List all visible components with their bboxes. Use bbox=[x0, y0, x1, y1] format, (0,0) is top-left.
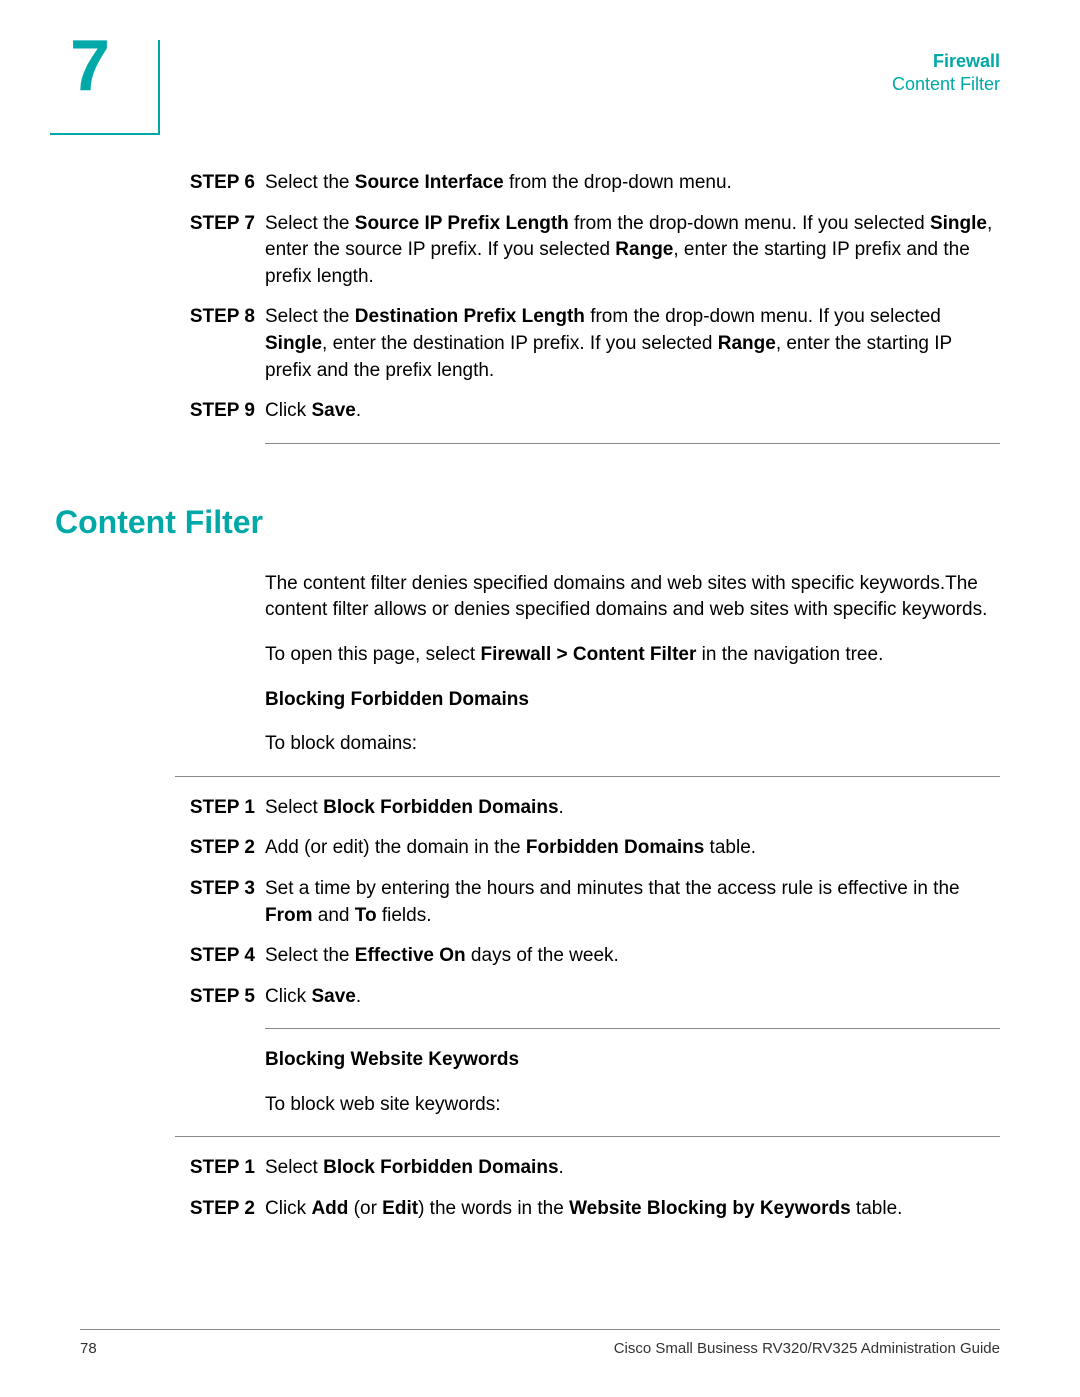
content: STEP 6Select the Source Interface from t… bbox=[80, 170, 1000, 1223]
step-body: Set a time by entering the hours and min… bbox=[265, 876, 1000, 929]
step-body: Select the Source IP Prefix Length from … bbox=[265, 211, 1000, 291]
step-body: Select the Source Interface from the dro… bbox=[265, 170, 1000, 197]
step-label: STEP 4 bbox=[80, 943, 265, 970]
step-body: Select the Effective On days of the week… bbox=[265, 943, 1000, 970]
step-row: STEP 6Select the Source Interface from t… bbox=[80, 170, 1000, 197]
step-label: STEP 1 bbox=[80, 1155, 265, 1182]
step-label: STEP 3 bbox=[80, 876, 265, 929]
step-row: STEP 8Select the Destination Prefix Leng… bbox=[80, 304, 1000, 384]
step-row: STEP 2Add (or edit) the domain in the Fo… bbox=[80, 835, 1000, 862]
subsection-intro: To block domains: bbox=[265, 731, 1000, 758]
step-row: STEP 1Select Block Forbidden Domains. bbox=[80, 1155, 1000, 1182]
page-footer: 78 Cisco Small Business RV320/RV325 Admi… bbox=[80, 1329, 1000, 1357]
step-row: STEP 4Select the Effective On days of th… bbox=[80, 943, 1000, 970]
step-row: STEP 1Select Block Forbidden Domains. bbox=[80, 795, 1000, 822]
page: 7 Firewall Content Filter STEP 6Select t… bbox=[0, 0, 1080, 1397]
step-body: Select Block Forbidden Domains. bbox=[265, 795, 1000, 822]
step-body: Click Save. bbox=[265, 398, 1000, 425]
step-row: STEP 5Click Save. bbox=[80, 984, 1000, 1011]
chapter-number: 7 bbox=[70, 30, 110, 102]
divider bbox=[175, 776, 1000, 777]
step-row: STEP 3Set a time by entering the hours a… bbox=[80, 876, 1000, 929]
step-body: Click Save. bbox=[265, 984, 1000, 1011]
section-title: Content Filter bbox=[55, 504, 1000, 541]
step-label: STEP 1 bbox=[80, 795, 265, 822]
step-row: STEP 2Click Add (or Edit) the words in t… bbox=[80, 1196, 1000, 1223]
step-row: STEP 9Click Save. bbox=[80, 398, 1000, 425]
step-body: Select the Destination Prefix Length fro… bbox=[265, 304, 1000, 384]
step-row: STEP 7Select the Source IP Prefix Length… bbox=[80, 211, 1000, 291]
step-label: STEP 7 bbox=[80, 211, 265, 291]
step-label: STEP 8 bbox=[80, 304, 265, 384]
divider bbox=[265, 1028, 1000, 1029]
chapter-box: 7 bbox=[50, 40, 160, 135]
step-body: Click Add (or Edit) the words in the Web… bbox=[265, 1196, 1000, 1223]
step-body: Add (or edit) the domain in the Forbidde… bbox=[265, 835, 1000, 862]
doc-title: Cisco Small Business RV320/RV325 Adminis… bbox=[614, 1340, 1000, 1357]
step-label: STEP 2 bbox=[80, 1196, 265, 1223]
step-label: STEP 9 bbox=[80, 398, 265, 425]
subsection-title: Blocking Website Keywords bbox=[265, 1047, 1000, 1074]
page-header: 7 Firewall Content Filter bbox=[80, 50, 1000, 140]
divider bbox=[175, 1136, 1000, 1137]
header-right: Firewall Content Filter bbox=[80, 50, 1000, 97]
subsection-intro: To block web site keywords: bbox=[265, 1092, 1000, 1119]
page-number: 78 bbox=[80, 1340, 97, 1357]
section-intro: The content filter denies specified doma… bbox=[265, 571, 1000, 624]
header-subtitle: Content Filter bbox=[80, 73, 1000, 96]
step-body: Select Block Forbidden Domains. bbox=[265, 1155, 1000, 1182]
step-label: STEP 2 bbox=[80, 835, 265, 862]
section-intro-2: To open this page, select Firewall > Con… bbox=[265, 642, 1000, 669]
divider bbox=[265, 443, 1000, 444]
header-title: Firewall bbox=[80, 50, 1000, 73]
subsection-title: Blocking Forbidden Domains bbox=[265, 687, 1000, 714]
step-label: STEP 6 bbox=[80, 170, 265, 197]
step-label: STEP 5 bbox=[80, 984, 265, 1011]
